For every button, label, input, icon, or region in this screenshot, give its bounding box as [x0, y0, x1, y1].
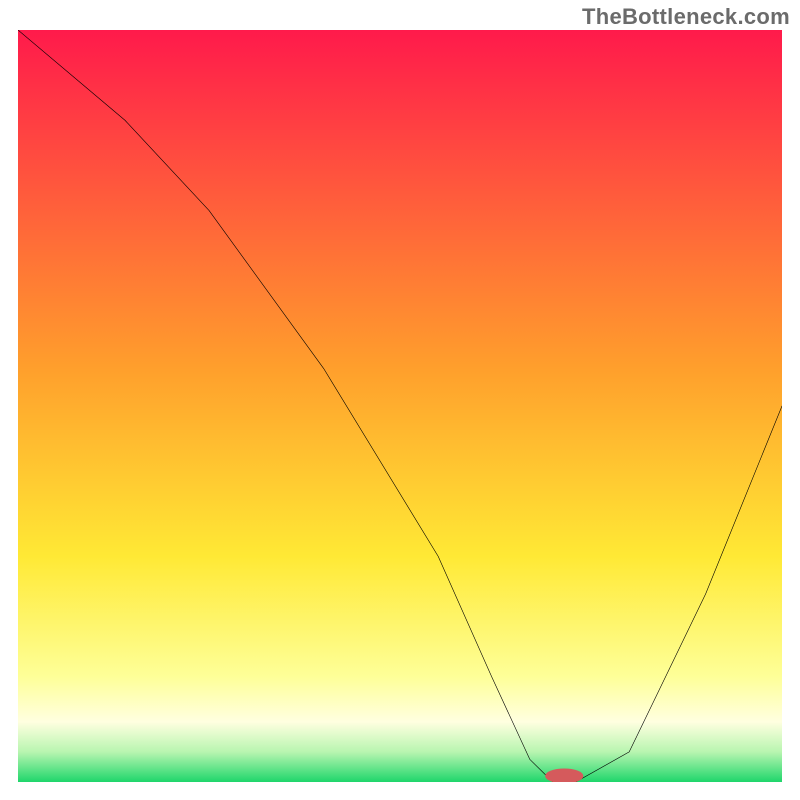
gradient-background — [18, 30, 782, 782]
plot-area — [18, 30, 782, 782]
watermark-text: TheBottleneck.com — [582, 4, 790, 30]
chart-container: TheBottleneck.com — [0, 0, 800, 800]
plot-svg — [18, 30, 782, 782]
